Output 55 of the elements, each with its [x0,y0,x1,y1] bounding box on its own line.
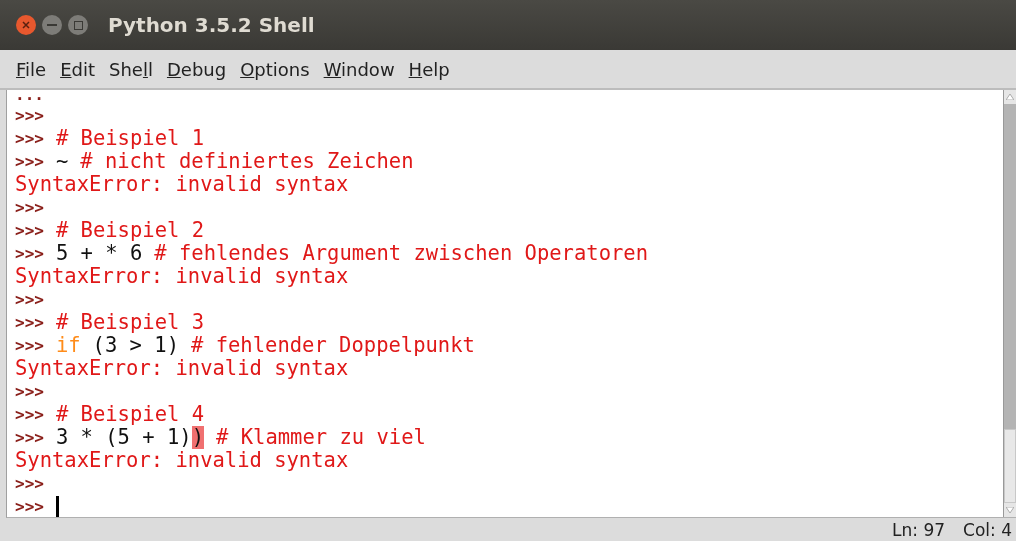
menu-item[interactable]: Edit [54,54,101,84]
minimize-icon [47,24,57,26]
menu-item[interactable]: Debug [160,54,233,84]
error-message: SyntaxError: invalid syntax [15,265,349,288]
code-comment: # Klammer zu viel [216,426,426,449]
close-icon [22,21,30,29]
menu-item[interactable]: Help [402,54,456,84]
text-cursor [55,496,59,517]
window-title: Python 3.5.2 Shell [108,13,315,37]
code-text: (3 > 1) [92,334,179,357]
code-text: 5 + * 6 [55,242,143,265]
code-text: 3 * (5 + 1) [55,426,192,449]
menu-item[interactable]: File [10,54,53,84]
maximize-icon [73,20,83,30]
code-comment: # Beispiel 2 [55,219,204,242]
shell-prompt: >>> [15,151,44,173]
menu-item[interactable]: Options [234,54,316,84]
scroll-thumb[interactable] [1004,429,1016,503]
shell-prompt: >>> [15,128,44,150]
line-number: Ln: 97 [892,519,946,540]
shell-prompt: >>> [15,312,44,334]
error-message: SyntaxError: invalid syntax [15,357,349,380]
shell-text-area[interactable] [7,90,1003,517]
shell-prompt: >>> [15,404,44,426]
shell-prompt: >>> [15,335,44,357]
shell-prompt: >>> [15,473,44,495]
scroll-up-icon[interactable] [1006,94,1014,100]
column-number: Col: 4 [963,519,1012,540]
code-comment: # Beispiel 1 [55,127,204,150]
code-comment: # Beispiel 4 [55,403,204,426]
shell-prompt: >>> [15,381,44,403]
code-comment: # fehlender Doppelpunkt [191,334,475,357]
code-comment: # fehlendes Argument zwischen Operatoren [154,242,648,265]
error-highlight: ) [191,426,204,449]
shell-prompt: >>> [15,243,44,265]
code-comment: # Beispiel 3 [55,311,204,334]
maximize-button[interactable] [68,15,88,35]
shell-prompt: ... [15,90,44,104]
minimize-button[interactable] [42,15,62,35]
shell-prompt: >>> [15,220,44,242]
shell-prompt: >>> [15,496,44,517]
scrollbar[interactable] [1003,90,1016,517]
scroll-down-icon[interactable] [1006,507,1014,513]
code-text: ~ [55,150,69,173]
keyword-text: if [55,334,81,357]
shell-prompt: >>> [15,427,44,449]
shell-prompt: >>> [15,289,44,311]
error-message: SyntaxError: invalid syntax [15,173,349,196]
menu-item[interactable]: Shell [103,54,159,84]
menu-item[interactable]: Window [317,54,401,84]
shell-prompt: >>> [15,197,44,219]
shell-prompt: >>> [15,105,44,127]
close-button[interactable] [16,15,36,35]
code-comment: # nicht definiertes Zeichen [80,150,414,173]
error-message: SyntaxError: invalid syntax [15,449,349,472]
